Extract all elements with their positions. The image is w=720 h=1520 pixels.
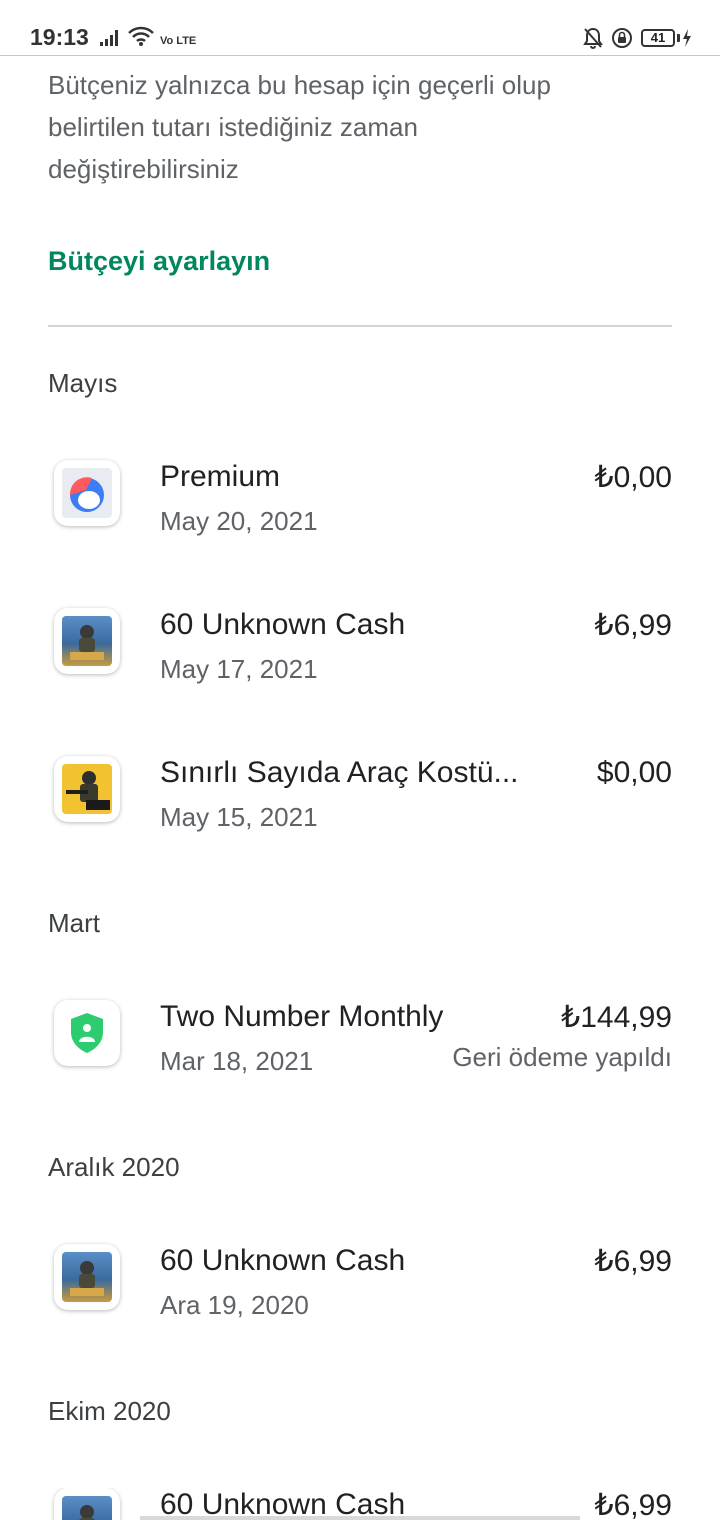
pubg-mobile-icon [54, 608, 120, 674]
volte-icon: Vo LTE [160, 35, 197, 47]
status-right-icons: 41 [583, 27, 692, 49]
item-price: ₺6,99 [594, 609, 672, 642]
battery-level: 41 [641, 29, 675, 47]
gesture-bar [140, 1516, 580, 1520]
faceapp-icon [54, 460, 120, 526]
item-price: ₺0,00 [594, 461, 672, 494]
purchase-row[interactable]: Premium May 20, 2021 ₺0,00 [0, 460, 720, 556]
purchase-row[interactable]: Two Number Monthly Mar 18, 2021 ₺144,99 … [0, 1000, 720, 1096]
item-price: $0,00 [596, 756, 672, 789]
rotation-lock-icon [612, 28, 632, 48]
bell-off-icon [583, 27, 603, 49]
item-title: Sınırlı Sayıda Araç Kostü... [160, 756, 519, 789]
signal-icon [100, 30, 118, 46]
purchase-row[interactable]: Sınırlı Sayıda Araç Kostü... May 15, 202… [0, 756, 720, 852]
charging-icon [683, 29, 691, 47]
set-budget-link[interactable]: Bütçeyi ayarlayın [48, 246, 270, 277]
item-title: Two Number Monthly [160, 1000, 444, 1033]
battery-icon: 41 [641, 29, 692, 47]
month-header: Mart [48, 908, 100, 938]
budget-description: Bütçeniz yalnızca bu hesap için geçerli … [48, 70, 551, 184]
month-header: Ekim 2020 [48, 1396, 171, 1426]
refund-status: Geri ödeme yapıldı [452, 1042, 672, 1072]
item-price: ₺6,99 [594, 1245, 672, 1278]
shield-app-icon [54, 1000, 120, 1066]
month-header: Aralık 2020 [48, 1152, 180, 1182]
purchase-row[interactable]: 60 Unknown Cash Ara 19, 2020 ₺6,99 [0, 1244, 720, 1340]
divider [48, 325, 672, 327]
item-date: Mar 18, 2021 [160, 1046, 314, 1076]
status-time: 19:13 [30, 24, 89, 50]
item-price: ₺144,99 [561, 1001, 672, 1034]
item-title: 60 Unknown Cash [160, 608, 406, 641]
status-bar: 19:13 Vo LTE 41 [0, 0, 720, 56]
month-header: Mayıs [48, 368, 118, 398]
item-date: May 17, 2021 [160, 654, 318, 684]
wifi-icon [128, 26, 154, 46]
item-date: Ara 19, 2020 [160, 1290, 309, 1320]
item-date: May 20, 2021 [160, 506, 318, 536]
item-date: May 15, 2021 [160, 802, 318, 832]
pubg-new-state-icon [54, 756, 120, 822]
status-left-icons: Vo LTE [100, 26, 197, 47]
pubg-mobile-icon [54, 1244, 120, 1310]
purchase-row[interactable]: 60 Unknown Cash May 17, 2021 ₺6,99 [0, 608, 720, 704]
item-title: 60 Unknown Cash [160, 1244, 406, 1277]
item-title: Premium [160, 460, 281, 493]
